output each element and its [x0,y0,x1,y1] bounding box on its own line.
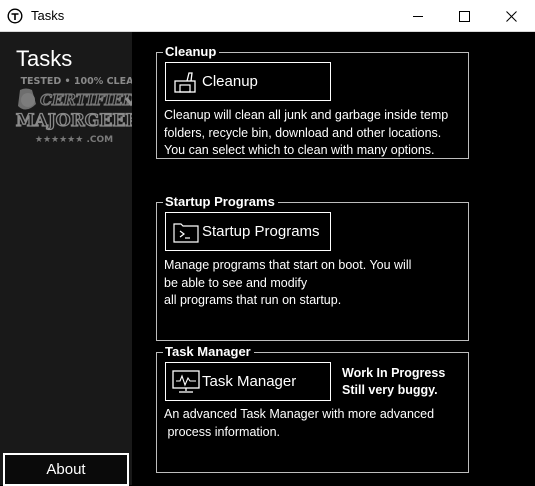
startup-description-line: Manage programs that start on boot. You … [164,258,412,272]
sidebar-title: Tasks [16,46,73,71]
task-manager-button[interactable]: Task Manager [165,362,331,401]
watermark-line3: MAJORGEEKS [16,111,148,131]
maximize-button[interactable] [441,0,487,32]
cleanup-group-title: Cleanup [163,44,220,60]
close-icon [505,10,517,22]
close-button[interactable] [488,0,534,32]
watermark-line4: ★★★★★★ .COM [35,135,113,145]
cleanup-description: Cleanup will clean all junk and garbage … [164,107,448,160]
startup-description-line: be able to see and modify [164,275,308,290]
task-manager-group: Task Manager Task Manager Work In Progre… [156,344,469,473]
startup-programs-description: Manage programs that start on boot. You … [164,257,411,310]
task-manager-description-line: process information. [164,424,281,439]
cleanup-icon [172,69,200,95]
cleanup-button-label: Cleanup [202,73,258,90]
watermark-line1: TESTED • 100% CLEAN [21,76,142,87]
cleanup-description-line: Cleanup will clean all junk and garbage … [164,108,449,122]
terminal-icon [172,219,200,245]
startup-programs-button[interactable]: Startup Programs [165,212,331,251]
startup-programs-group: Startup Programs Startup Programs Manage… [156,194,469,341]
about-button-label: About [46,461,86,478]
cleanup-description-line: folders, recycle bin, download and other… [164,125,442,140]
cleanup-button[interactable]: Cleanup [165,62,331,101]
title-bar: Tasks [0,0,535,32]
task-manager-button-label: Task Manager [202,373,297,390]
main-content: Cleanup Cleanup Cleanup will clean all j… [132,32,535,485]
cleanup-group: Cleanup Cleanup Cleanup will clean all j… [156,44,469,160]
watermark-line2: CERTIFIED [40,91,136,109]
cleanup-description-line: You can select which to clean with many … [164,143,435,157]
startup-description-line: all programs that run on startup. [164,293,342,307]
startup-programs-group-title: Startup Programs [163,194,278,210]
minimize-icon [413,16,423,17]
monitor-icon [172,369,200,395]
wip-line: Still very buggy. [342,383,438,397]
startup-programs-button-label: Startup Programs [202,223,320,240]
app-icon [7,8,23,24]
wip-line: Work In Progress [342,366,446,380]
task-manager-group-title: Task Manager [163,344,254,360]
window-title: Tasks [31,8,65,23]
work-in-progress-notice: Work In Progress Still very buggy. [342,365,445,399]
task-manager-description-line: An advanced Task Manager with more advan… [164,407,435,421]
minimize-button[interactable] [395,0,441,32]
about-button[interactable]: About [3,453,129,486]
sidebar: Tasks TESTED • 100% CLEAN CERTIFIED MAJO… [0,32,148,486]
task-manager-description: An advanced Task Manager with more advan… [164,406,434,441]
maximize-icon [458,10,470,22]
majorgeeks-watermark-logo: TESTED • 100% CLEAN CERTIFIED MAJORGEEKS… [15,76,148,145]
